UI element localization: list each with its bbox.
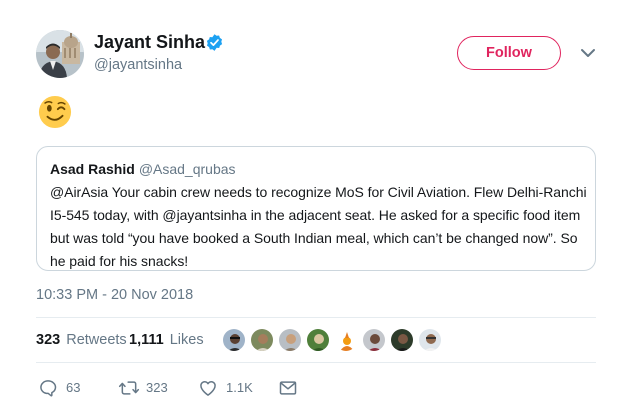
direct-message-action[interactable]: [278, 378, 298, 398]
retweets-stat-label: Retweets: [66, 332, 127, 348]
retweet-icon: [118, 381, 140, 395]
liker-avatar-image: [363, 329, 385, 351]
retweet-action[interactable]: 323: [118, 378, 178, 398]
quoted-tweet-author: Asad Rashid @Asad_qrubas: [50, 161, 236, 177]
reply-count: 63: [66, 380, 81, 395]
retweets-stat[interactable]: 323 Retweets: [36, 332, 127, 348]
reply-icon: [40, 380, 57, 397]
liker-avatar[interactable]: [334, 328, 358, 352]
divider: [36, 362, 596, 363]
quoted-author-name: Asad Rashid: [50, 161, 135, 177]
quoted-tweet-text-line: I5-545 today, with @jayantsinha in the a…: [50, 207, 581, 223]
liker-avatar-image: [391, 329, 413, 351]
liker-avatar-image: [307, 329, 329, 351]
likes-stat-count: 1,111: [129, 332, 164, 348]
heart-icon: [200, 381, 216, 396]
liker-avatar-image: [279, 329, 301, 351]
quoted-author-handle: @Asad_qrubas: [138, 161, 236, 177]
divider: [36, 317, 596, 318]
liker-avatar[interactable]: [306, 328, 330, 352]
verified-badge-icon: [206, 34, 223, 51]
liker-avatar[interactable]: [250, 328, 274, 352]
liker-avatar[interactable]: [222, 328, 246, 352]
envelope-icon: [279, 381, 297, 395]
quoted-tweet-text-line: but was told “you have booked a South In…: [50, 230, 578, 246]
tweet: Jayant Sinha @jayantsinha Follow Asad Ra…: [0, 0, 632, 417]
likes-stat[interactable]: 1,111 Likes: [129, 332, 204, 348]
author-avatar[interactable]: [36, 30, 84, 78]
liker-avatar[interactable]: [362, 328, 386, 352]
retweet-count: 323: [146, 380, 168, 395]
liker-avatar-image: [251, 329, 273, 351]
liker-avatar-image: [223, 329, 245, 351]
reply-action[interactable]: 63: [38, 378, 88, 398]
author-avatar-image: [36, 30, 84, 78]
like-count: 1.1K: [226, 380, 253, 395]
chevron-down-icon[interactable]: [580, 47, 596, 59]
tweet-timestamp[interactable]: 10:33 PM - 20 Nov 2018: [36, 287, 193, 303]
like-action[interactable]: 1.1K: [198, 378, 258, 398]
author-handle[interactable]: @jayantsinha: [94, 57, 182, 73]
liker-avatar[interactable]: [418, 328, 442, 352]
retweets-stat-count: 323: [36, 332, 61, 348]
quoted-tweet-text-line: he paid for his snacks!: [50, 253, 189, 269]
follow-button[interactable]: Follow: [457, 36, 561, 70]
liker-avatar[interactable]: [390, 328, 414, 352]
quoted-tweet-text-line: @AirAsia Your cabin crew needs to recogn…: [50, 184, 587, 200]
likes-stat-label: Likes: [169, 332, 204, 348]
quoted-tweet[interactable]: Asad Rashid @Asad_qrubas @AirAsia Your ca…: [36, 146, 596, 271]
winking-face-emoji-icon: [38, 95, 72, 129]
liker-avatar-image: [419, 329, 441, 351]
liker-avatar-image: [335, 329, 357, 351]
author-name[interactable]: Jayant Sinha: [94, 32, 205, 53]
liker-avatar[interactable]: [278, 328, 302, 352]
